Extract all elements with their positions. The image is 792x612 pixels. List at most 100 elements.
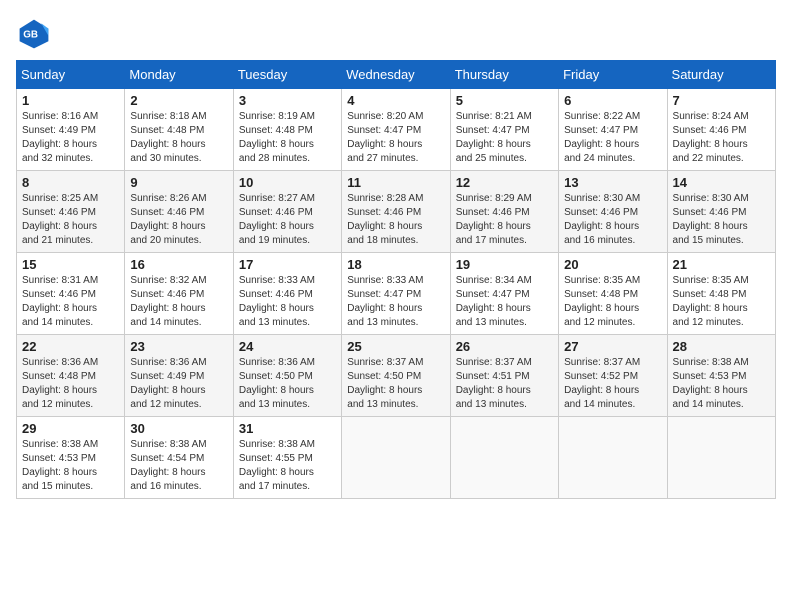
calendar-day-cell: 12 Sunrise: 8:29 AMSunset: 4:46 PMDayligh… [450, 171, 558, 253]
calendar-day-cell: 14Sunrise: 8:30 AMSunset: 4:46 PMDayligh… [667, 171, 775, 253]
day-info: Sunrise: 8:30 AMSunset: 4:46 PMDaylight:… [564, 192, 661, 248]
day-number: 26 [456, 339, 553, 354]
weekday-header-cell: Sunday [17, 61, 125, 89]
day-info: Sunrise: 8:21 AMSunset: 4:47 PMDaylight:… [456, 110, 553, 166]
day-number: 23 [130, 339, 227, 354]
day-number: 6 [564, 93, 661, 108]
day-number: 27 [564, 339, 661, 354]
day-number: 1 [22, 93, 119, 108]
day-info: Sunrise: 8:19 AMSunset: 4:48 PMDaylight:… [239, 110, 336, 166]
calendar-day-cell: 25Sunrise: 8:37 AMSunset: 4:50 PMDayligh… [342, 335, 450, 417]
day-number: 11 [347, 175, 444, 190]
day-number: 2 [130, 93, 227, 108]
calendar-day-cell [342, 417, 450, 499]
calendar-day-cell: 28 Sunrise: 8:38 AMSunset: 4:53 PMDayligh… [667, 335, 775, 417]
calendar-day-cell: 10 Sunrise: 8:27 AMSunset: 4:46 PMDayligh… [233, 171, 341, 253]
calendar-week-row: 15Sunrise: 8:31 AMSunset: 4:46 PMDayligh… [17, 253, 776, 335]
day-info: Sunrise: 8:36 AMSunset: 4:48 PMDaylight:… [22, 356, 119, 412]
calendar-day-cell: 6 Sunrise: 8:22 AMSunset: 4:47 PMDaylight… [559, 89, 667, 171]
day-info: Sunrise: 8:37 AMSunset: 4:52 PMDaylight:… [564, 356, 661, 412]
day-number: 17 [239, 257, 336, 272]
day-number: 20 [564, 257, 661, 272]
calendar-day-cell: 13 Sunrise: 8:30 AMSunset: 4:46 PMDayligh… [559, 171, 667, 253]
day-info: Sunrise: 8:35 AMSunset: 4:48 PMDaylight:… [564, 274, 661, 330]
calendar-day-cell: 8 Sunrise: 8:25 AMSunset: 4:46 PMDaylight… [17, 171, 125, 253]
weekday-header-cell: Thursday [450, 61, 558, 89]
calendar-day-cell: 11 Sunrise: 8:28 AMSunset: 4:46 PMDayligh… [342, 171, 450, 253]
calendar-day-cell: 5 Sunrise: 8:21 AMSunset: 4:47 PMDaylight… [450, 89, 558, 171]
day-info: Sunrise: 8:27 AMSunset: 4:46 PMDaylight:… [239, 192, 336, 248]
day-number: 16 [130, 257, 227, 272]
calendar-table: SundayMondayTuesdayWednesdayThursdayFrid… [16, 60, 776, 499]
day-number: 19 [456, 257, 553, 272]
day-info: Sunrise: 8:25 AMSunset: 4:46 PMDaylight:… [22, 192, 119, 248]
calendar-week-row: 1 Sunrise: 8:16 AMSunset: 4:49 PMDaylight… [17, 89, 776, 171]
calendar-day-cell: 1 Sunrise: 8:16 AMSunset: 4:49 PMDaylight… [17, 89, 125, 171]
day-info: Sunrise: 8:34 AMSunset: 4:47 PMDaylight:… [456, 274, 553, 330]
calendar-day-cell: 29 Sunrise: 8:38 AMSunset: 4:53 PMDayligh… [17, 417, 125, 499]
day-info: Sunrise: 8:16 AMSunset: 4:49 PMDaylight:… [22, 110, 119, 166]
calendar-day-cell: 16 Sunrise: 8:32 AMSunset: 4:46 PMDayligh… [125, 253, 233, 335]
weekday-header-cell: Saturday [667, 61, 775, 89]
day-number: 30 [130, 421, 227, 436]
day-info: Sunrise: 8:28 AMSunset: 4:46 PMDaylight:… [347, 192, 444, 248]
day-number: 10 [239, 175, 336, 190]
day-number: 5 [456, 93, 553, 108]
day-number: 8 [22, 175, 119, 190]
calendar-week-row: 29 Sunrise: 8:38 AMSunset: 4:53 PMDayligh… [17, 417, 776, 499]
day-info: Sunrise: 8:38 AMSunset: 4:54 PMDaylight:… [130, 438, 227, 494]
day-info: Sunrise: 8:32 AMSunset: 4:46 PMDaylight:… [130, 274, 227, 330]
day-info: Sunrise: 8:26 AMSunset: 4:46 PMDaylight:… [130, 192, 227, 248]
calendar-day-cell: 26 Sunrise: 8:37 AMSunset: 4:51 PMDayligh… [450, 335, 558, 417]
calendar-day-cell [450, 417, 558, 499]
day-number: 31 [239, 421, 336, 436]
svg-text:GB: GB [23, 30, 38, 41]
calendar-week-row: 8 Sunrise: 8:25 AMSunset: 4:46 PMDaylight… [17, 171, 776, 253]
day-info: Sunrise: 8:22 AMSunset: 4:47 PMDaylight:… [564, 110, 661, 166]
day-number: 24 [239, 339, 336, 354]
day-number: 13 [564, 175, 661, 190]
day-info: Sunrise: 8:35 AMSunset: 4:48 PMDaylight:… [673, 274, 770, 330]
calendar-day-cell: 30 Sunrise: 8:38 AMSunset: 4:54 PMDayligh… [125, 417, 233, 499]
day-number: 29 [22, 421, 119, 436]
day-info: Sunrise: 8:38 AMSunset: 4:53 PMDaylight:… [22, 438, 119, 494]
day-info: Sunrise: 8:20 AMSunset: 4:47 PMDaylight:… [347, 110, 444, 166]
calendar-day-cell: 20 Sunrise: 8:35 AMSunset: 4:48 PMDayligh… [559, 253, 667, 335]
calendar-day-cell: 31 Sunrise: 8:38 AMSunset: 4:55 PMDayligh… [233, 417, 341, 499]
calendar-day-cell: 7 Sunrise: 8:24 AMSunset: 4:46 PMDaylight… [667, 89, 775, 171]
day-info: Sunrise: 8:38 AMSunset: 4:55 PMDaylight:… [239, 438, 336, 494]
calendar-day-cell: 24Sunrise: 8:36 AMSunset: 4:50 PMDayligh… [233, 335, 341, 417]
day-info: Sunrise: 8:24 AMSunset: 4:46 PMDaylight:… [673, 110, 770, 166]
day-info: Sunrise: 8:33 AMSunset: 4:47 PMDaylight:… [347, 274, 444, 330]
day-number: 28 [673, 339, 770, 354]
day-info: Sunrise: 8:37 AMSunset: 4:51 PMDaylight:… [456, 356, 553, 412]
day-number: 15 [22, 257, 119, 272]
day-number: 7 [673, 93, 770, 108]
calendar-day-cell: 2Sunrise: 8:18 AMSunset: 4:48 PMDaylight… [125, 89, 233, 171]
calendar-day-cell: 27 Sunrise: 8:37 AMSunset: 4:52 PMDayligh… [559, 335, 667, 417]
day-info: Sunrise: 8:33 AMSunset: 4:46 PMDaylight:… [239, 274, 336, 330]
day-number: 9 [130, 175, 227, 190]
weekday-header-cell: Wednesday [342, 61, 450, 89]
day-info: Sunrise: 8:38 AMSunset: 4:53 PMDaylight:… [673, 356, 770, 412]
day-info: Sunrise: 8:29 AMSunset: 4:46 PMDaylight:… [456, 192, 553, 248]
weekday-header-cell: Monday [125, 61, 233, 89]
calendar-day-cell: 17 Sunrise: 8:33 AMSunset: 4:46 PMDayligh… [233, 253, 341, 335]
calendar-day-cell [667, 417, 775, 499]
day-number: 12 [456, 175, 553, 190]
calendar-day-cell: 22Sunrise: 8:36 AMSunset: 4:48 PMDayligh… [17, 335, 125, 417]
day-number: 3 [239, 93, 336, 108]
day-number: 21 [673, 257, 770, 272]
calendar-week-row: 22Sunrise: 8:36 AMSunset: 4:48 PMDayligh… [17, 335, 776, 417]
logo-icon: GB [16, 16, 52, 52]
calendar-day-cell: 4Sunrise: 8:20 AMSunset: 4:47 PMDaylight… [342, 89, 450, 171]
weekday-header-cell: Friday [559, 61, 667, 89]
calendar-day-cell: 3 Sunrise: 8:19 AMSunset: 4:48 PMDaylight… [233, 89, 341, 171]
calendar-day-cell: 21 Sunrise: 8:35 AMSunset: 4:48 PMDayligh… [667, 253, 775, 335]
day-number: 14 [673, 175, 770, 190]
calendar-body: 1 Sunrise: 8:16 AMSunset: 4:49 PMDaylight… [17, 89, 776, 499]
calendar-day-cell: 9 Sunrise: 8:26 AMSunset: 4:46 PMDaylight… [125, 171, 233, 253]
calendar-day-cell: 23Sunrise: 8:36 AMSunset: 4:49 PMDayligh… [125, 335, 233, 417]
calendar-day-cell [559, 417, 667, 499]
day-info: Sunrise: 8:37 AMSunset: 4:50 PMDaylight:… [347, 356, 444, 412]
